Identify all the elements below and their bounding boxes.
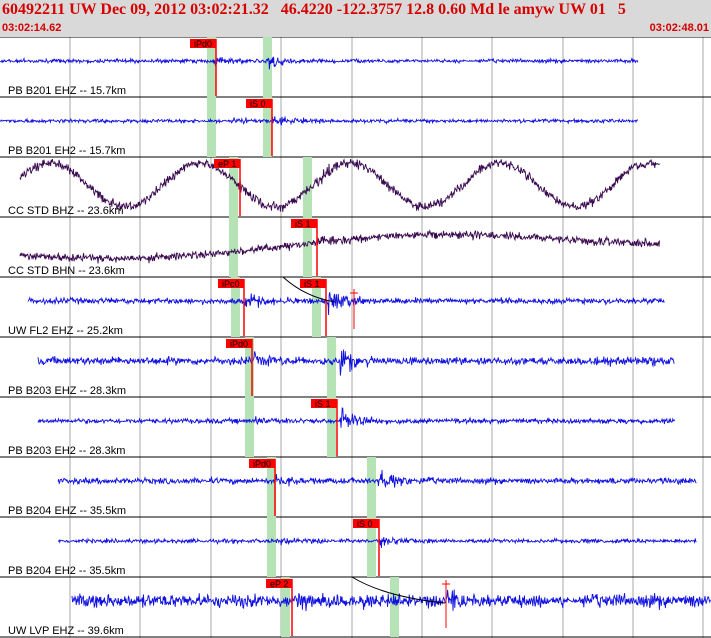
pick-label: eP 1 bbox=[218, 159, 236, 169]
pick-label: iS 0 bbox=[250, 99, 266, 109]
waveform-trace bbox=[37, 349, 675, 376]
panel-grid bbox=[0, 37, 711, 638]
waveform-trace bbox=[0, 56, 639, 70]
pick-window bbox=[245, 397, 254, 457]
trace-label: PB B203 EHZ -- 28.3km bbox=[8, 385, 126, 397]
pick-window bbox=[263, 37, 272, 97]
pick-label: iPd0 bbox=[230, 339, 248, 349]
pick-window bbox=[229, 217, 238, 277]
trace-label: UW LVP EHZ -- 39.6km bbox=[8, 625, 124, 637]
window-start-time: 03:02:14.62 bbox=[2, 22, 62, 34]
trace-label: PB B204 EH2 -- 35.5km bbox=[8, 565, 125, 577]
trace-label: PB B201 EH2 -- 15.7km bbox=[8, 145, 125, 157]
event-header: 60492211 UW Dec 09, 2012 03:02:21.32 46.… bbox=[0, 0, 711, 37]
waveform-trace bbox=[19, 158, 660, 212]
waveform-trace bbox=[57, 535, 697, 549]
window-end-time: 03:02:48.01 bbox=[649, 22, 709, 34]
pick-label: iS 0 bbox=[357, 519, 373, 529]
event-title: 60492211 UW Dec 09, 2012 03:02:21.32 46.… bbox=[2, 1, 626, 18]
seismogram-panel[interactable]: iPd0 iS 0 eP 1 iS 1 iPc0 iPd0 iS 1 iPd0 iS 0 eP 2… bbox=[0, 37, 711, 638]
waveform-trace bbox=[37, 407, 676, 428]
trace-label: PB B201 EHZ -- 15.7km bbox=[8, 85, 126, 97]
waveform-trace bbox=[0, 116, 639, 126]
pick-window bbox=[207, 97, 216, 157]
pick-label: eP 2 bbox=[270, 579, 288, 589]
pick-window bbox=[367, 457, 376, 517]
trace-label: CC STD BHN -- 23.6km bbox=[8, 265, 125, 277]
waveform-trace bbox=[27, 292, 665, 316]
pick-label: iS 1 bbox=[295, 219, 311, 229]
waveform-trace bbox=[19, 229, 661, 264]
pick-label: iS 1 bbox=[304, 279, 320, 289]
pick-label: iPd0 bbox=[253, 459, 271, 469]
pick-label: iS 1 bbox=[315, 399, 331, 409]
pick-label: iPd0 bbox=[194, 39, 212, 49]
pick-window bbox=[390, 577, 399, 637]
trace-label: CC STD BHZ -- 23.6km bbox=[8, 205, 124, 217]
trace-label: PB B204 EHZ -- 35.5km bbox=[8, 505, 126, 517]
pick-label: iPc0 bbox=[222, 279, 240, 289]
waveform-trace bbox=[57, 469, 697, 489]
pick-window bbox=[327, 337, 336, 397]
trace-label: PB B203 EH2 -- 28.3km bbox=[8, 445, 125, 457]
trace-label: UW FL2 EHZ -- 25.2km bbox=[8, 325, 123, 337]
pick-window bbox=[267, 517, 276, 577]
